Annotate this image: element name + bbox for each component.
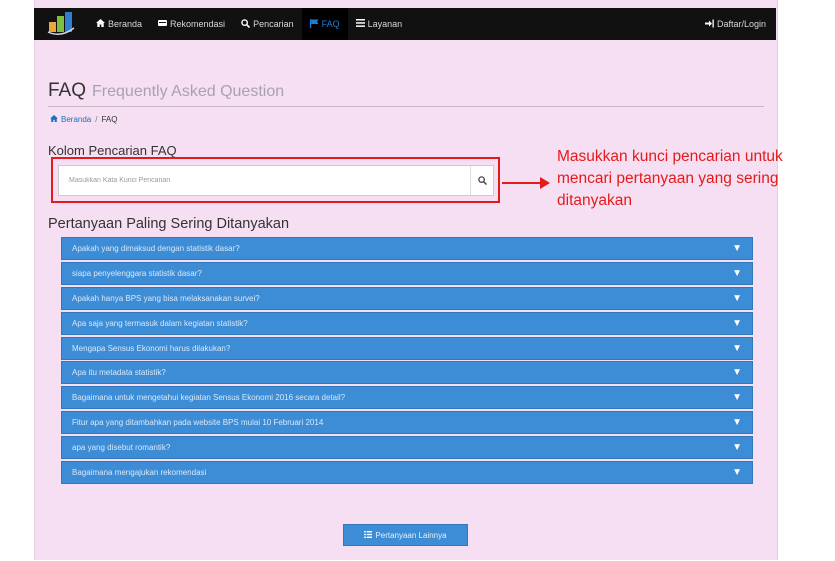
caret-down-icon: ▼	[732, 417, 742, 429]
nav-item-label: FAQ	[321, 19, 340, 29]
nav-item-faq[interactable]: FAQ	[301, 8, 348, 40]
nav-menu: Beranda Rekomendasi Pencarian FAQ Layana…	[88, 8, 410, 40]
annotation-arrow-icon	[502, 177, 550, 189]
faq-question: apa yang disebut romantik?	[72, 443, 171, 453]
faq-item[interactable]: Fitur apa yang ditambahkan pada website …	[61, 411, 753, 435]
search-section-label: Kolom Pencarian FAQ	[48, 143, 177, 158]
nav-item-label: Beranda	[108, 19, 143, 29]
faq-question: Fitur apa yang ditambahkan pada website …	[72, 418, 324, 428]
faq-item[interactable]: Apa saja yang termasuk dalam kegiatan st…	[61, 311, 753, 335]
faq-question: Bagaimana untuk mengetahui kegiatan Sens…	[72, 393, 346, 403]
nav-item-rekomendasi[interactable]: Rekomendasi	[150, 8, 233, 40]
faq-section-title: Pertanyaan Paling Sering Ditanyakan	[48, 216, 290, 232]
faq-question: Mengapa Sensus Ekonomi harus dilakukan?	[72, 343, 231, 353]
nav-item-label: Layanan	[367, 19, 403, 29]
login-link[interactable]: Daftar/Login	[704, 8, 766, 40]
home-icon	[50, 114, 58, 124]
faq-item[interactable]: Apa itu metadata statistik? ▼	[61, 361, 753, 385]
faq-question: Apa saja yang termasuk dalam kegiatan st…	[72, 318, 248, 328]
more-questions-label: Pertanyaan Lainnya	[375, 530, 447, 540]
nav-item-label: Rekomendasi	[170, 19, 226, 29]
faq-list: Apakah yang dimaksud dengan statistik da…	[61, 237, 753, 486]
list-icon	[364, 530, 373, 540]
flag-icon	[309, 18, 319, 30]
breadcrumb: Beranda / FAQ	[50, 114, 118, 124]
home-icon	[96, 19, 105, 29]
faq-item[interactable]: Bagaimana mengajukan rekomendasi ▼	[61, 461, 753, 485]
faq-item[interactable]: Bagaimana untuk mengetahui kegiatan Sens…	[61, 386, 753, 410]
caret-down-icon: ▼	[732, 267, 742, 279]
caret-down-icon: ▼	[732, 292, 742, 304]
nav-item-pencarian[interactable]: Pencarian	[233, 8, 302, 40]
more-questions-button[interactable]: Pertanyaan Lainnya	[343, 524, 468, 546]
faq-question: Apa itu metadata statistik?	[72, 368, 166, 378]
caret-down-icon: ▼	[732, 243, 742, 254]
page-subtitle: Frequently Asked Question	[92, 83, 285, 100]
caret-down-icon: ▼	[732, 442, 742, 454]
top-navbar: Beranda Rekomendasi Pencarian FAQ Layana…	[34, 8, 776, 40]
annotation-line: mencari pertanyaan yang sering	[557, 170, 779, 187]
title-divider	[48, 106, 764, 107]
faq-item[interactable]: Apakah hanya BPS yang bisa melaksanakan …	[61, 286, 753, 310]
page-title: FAQ Frequently Asked Question	[48, 80, 284, 102]
caret-down-icon: ▼	[732, 392, 742, 404]
faq-question: Bagaimana mengajukan rekomendasi	[72, 468, 207, 478]
page-title-main: FAQ	[48, 80, 87, 101]
inbox-icon	[158, 19, 168, 29]
annotation-line: Masukkan kunci pencarian untuk	[557, 148, 783, 165]
faq-question: siapa penyelenggara statistik dasar?	[72, 268, 202, 278]
faq-question: Apakah yang dimaksud dengan statistik da…	[72, 244, 240, 253]
faq-item[interactable]: Mengapa Sensus Ekonomi harus dilakukan? ▼	[61, 336, 753, 360]
caret-down-icon: ▼	[732, 367, 742, 379]
annotation-line: ditanyakan	[557, 192, 632, 209]
annotation-text: Masukkan kunci pencarian untuk mencari p…	[557, 146, 835, 212]
annotation-highlight-box	[51, 157, 500, 203]
search-icon	[241, 18, 251, 30]
faq-question: Apakah hanya BPS yang bisa melaksanakan …	[72, 293, 260, 303]
bps-logo[interactable]	[46, 10, 76, 38]
nav-item-layanan[interactable]: Layanan	[348, 8, 411, 40]
nav-item-beranda[interactable]: Beranda	[88, 8, 150, 40]
breadcrumb-current: FAQ	[101, 114, 118, 124]
login-label: Daftar/Login	[716, 19, 766, 29]
sign-in-icon	[704, 19, 714, 30]
caret-down-icon: ▼	[732, 467, 742, 479]
nav-item-label: Pencarian	[253, 19, 294, 29]
faq-item[interactable]: siapa penyelenggara statistik dasar? ▼	[61, 261, 753, 285]
caret-down-icon: ▼	[732, 317, 742, 329]
faq-item[interactable]: Apakah yang dimaksud dengan statistik da…	[61, 237, 753, 260]
caret-down-icon: ▼	[732, 342, 742, 354]
breadcrumb-home-link[interactable]: Beranda	[61, 115, 91, 124]
list-icon	[355, 19, 365, 29]
faq-item[interactable]: apa yang disebut romantik? ▼	[61, 436, 753, 460]
breadcrumb-separator: /	[95, 114, 98, 124]
